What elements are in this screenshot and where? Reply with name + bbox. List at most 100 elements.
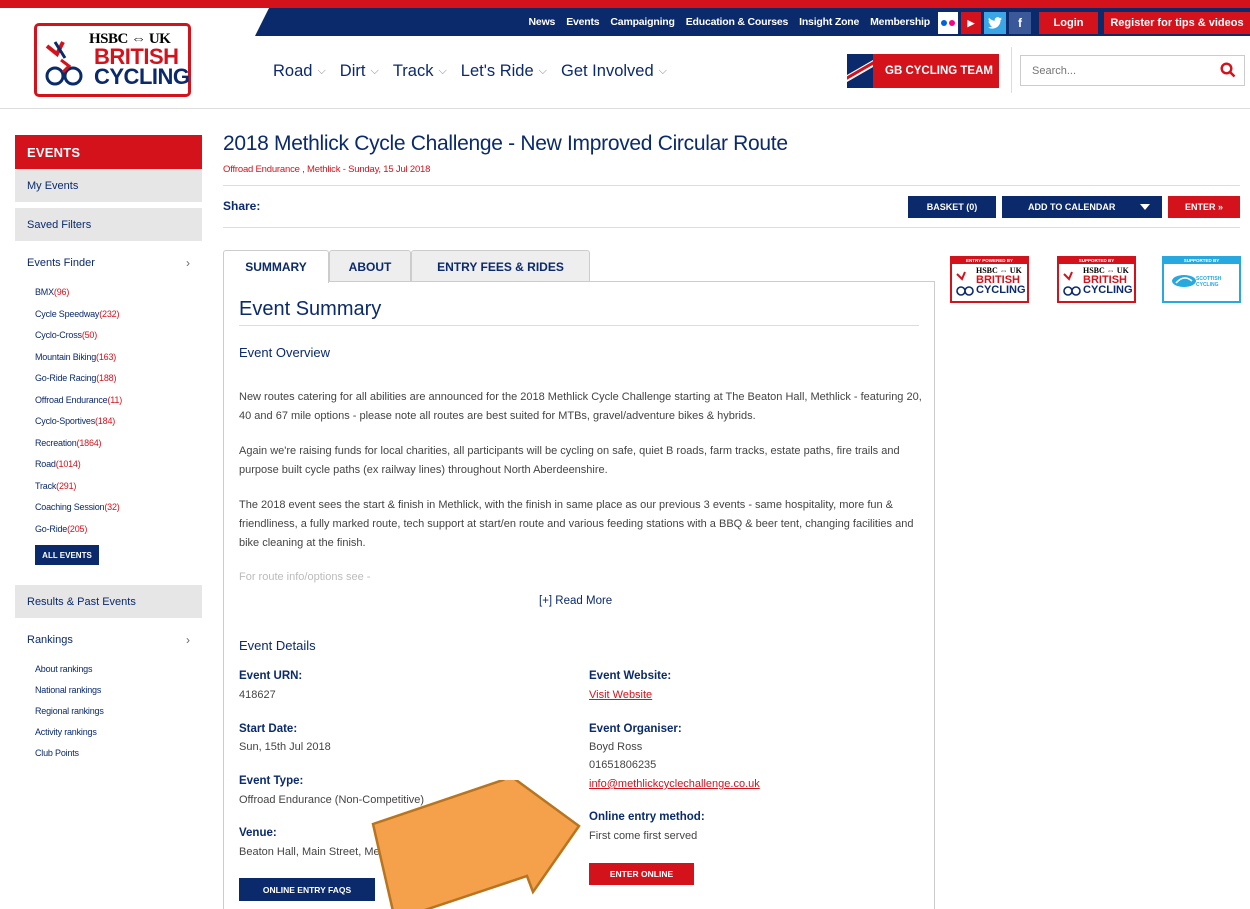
util-link-campaigning[interactable]: Campaigning [610,16,675,28]
category-item[interactable]: Mountain Biking(163) [35,347,122,369]
header-divider-line [0,108,1250,109]
category-name: Coaching Session [35,502,105,512]
nav-dirt[interactable]: Dirt ⌵ [340,62,379,81]
category-name: Mountain Biking [35,351,97,362]
ranking-link-about[interactable]: About rankings [35,659,104,680]
sidebar-results-past-events[interactable]: Results & Past Events [15,585,202,619]
chevron-down-icon: ⌵ [658,65,667,77]
event-organiser-label: Event Organiser: [589,723,682,735]
nav-get-involved[interactable]: Get Involved ⌵ [561,62,667,81]
header-divider [1011,47,1012,93]
util-link-news[interactable]: News [529,16,556,28]
category-count: (163) [96,351,117,362]
sidebar-rankings-label: Rankings [27,634,73,646]
all-events-button[interactable]: ALL EVENTS [35,545,99,565]
british-cycling-logo[interactable]: HSBC ⇔ UK BRITISH CYCLING [34,23,191,97]
search-input[interactable] [1021,56,1201,85]
chevron-down-icon: ⌵ [370,65,379,77]
chevron-right-icon: › [186,256,190,270]
visit-website-link[interactable]: Visit Website [589,689,652,701]
event-details-heading: Event Details [239,638,316,653]
cyclist-logo-icon [956,271,974,296]
category-item[interactable]: BMX(96) [35,282,122,304]
enter-button[interactable]: ENTER » [1168,196,1240,218]
ranking-link-club-points[interactable]: Club Points [35,743,104,764]
category-item[interactable]: Go-Ride(205) [35,519,122,541]
category-count: (1014) [55,459,81,469]
divider [239,325,919,326]
nav-get-involved-label: Get Involved [561,62,654,80]
basket-button[interactable]: BASKET (0) [908,196,996,218]
read-more-link[interactable]: [+] Read More [539,595,612,607]
sidebar-events-finder[interactable]: Events Finder › [15,250,202,276]
sidebar-rankings[interactable]: Rankings › [15,627,202,653]
login-button[interactable]: Login [1039,12,1098,34]
ranking-link-activity[interactable]: Activity rankings [35,722,104,743]
ranking-link-national[interactable]: National rankings [35,680,104,701]
util-link-membership[interactable]: Membership [870,16,930,28]
event-website-label: Event Website: [589,670,672,682]
category-item[interactable]: Cycle Speedway(232) [35,304,122,326]
category-name: Offroad Endurance [35,394,108,405]
add-to-calendar-button[interactable]: ADD TO CALENDAR [1002,196,1162,218]
annotation-arrow-icon [371,780,581,909]
category-count: (232) [99,308,120,319]
search-icon[interactable] [1220,62,1236,78]
event-overview-heading: Event Overview [239,345,331,360]
union-flag-icon [847,54,873,88]
gb-cycling-team-button[interactable]: GB CYCLING TEAM [847,54,999,88]
supported-by-badge[interactable]: SUPPORTED BY HSBC ⇔ UK BRITISH CYCLING [1057,256,1136,303]
category-item[interactable]: Offroad Endurance(11) [35,390,122,412]
utility-nav: News Events Campaigning Education & Cour… [255,8,1250,36]
start-date-label: Start Date: [239,723,298,735]
sidebar-my-events[interactable]: My Events [15,169,202,203]
chevron-down-icon: ⌵ [317,65,326,77]
sidebar-events-finder-label: Events Finder [27,257,95,269]
tab-entry-fees[interactable]: ENTRY FEES & RIDES [411,250,590,282]
util-link-events[interactable]: Events [566,16,599,28]
online-entry-faqs-button[interactable]: ONLINE ENTRY FAQS [239,878,375,901]
twitter-icon[interactable] [984,12,1006,34]
nav-road-label: Road [273,62,313,80]
sidebar-events-header[interactable]: EVENTS [15,135,202,169]
tab-about[interactable]: ABOUT [329,250,411,282]
category-count: (205) [67,523,88,534]
cyclist-logo-icon [45,41,83,86]
nav-track-label: Track [392,62,434,80]
tab-summary[interactable]: SUMMARY [223,250,329,283]
category-item[interactable]: Track(291) [35,476,122,498]
category-name: Cyclo-Sportives [35,416,96,426]
facebook-icon[interactable]: f [1009,12,1031,34]
entry-powered-by-badge[interactable]: ENTRY POWERED BY HSBC ⇔ UK BRITISH CYCLI… [950,256,1029,303]
scottish-cycling-badge[interactable]: SUPPORTED BY SCOTTISH CYCLING [1162,256,1241,303]
sidebar-saved-filters[interactable]: Saved Filters [15,208,202,242]
divider [223,227,1240,228]
nav-track[interactable]: Track ⌵ [393,62,447,81]
category-count: (184) [95,416,116,426]
category-item[interactable]: Cyclo-Sportives(184) [35,411,122,433]
util-link-education[interactable]: Education & Courses [686,16,789,28]
category-count: (188) [96,373,117,383]
flickr-icon[interactable] [938,12,958,34]
event-subtitle: Offroad Endurance , Methlick - Sunday, 1… [223,164,431,175]
youtube-icon[interactable]: ▶ [961,12,981,34]
nav-lets-ride[interactable]: Let's Ride ⌵ [461,62,547,81]
util-link-insight[interactable]: Insight Zone [799,16,859,28]
nav-road[interactable]: Road ⌵ [273,62,326,81]
category-item[interactable]: Cyclo-Cross(50) [35,325,122,347]
category-name: Track [35,480,57,491]
register-button[interactable]: Register for tips & videos [1104,12,1250,34]
category-name: Cycle Speedway [35,308,100,319]
overview-paragraph: The 2018 event sees the start & finish i… [239,499,914,549]
rankings-list: About rankings National rankings Regiona… [35,659,104,764]
category-item[interactable]: Recreation(1864) [35,433,122,455]
category-item[interactable]: Road(1014) [35,454,122,476]
cyclist-logo-icon [1063,271,1081,296]
start-date-value: Sun, 15th Jul 2018 [239,741,331,753]
category-name: Go-Ride [35,523,68,534]
nav-lets-ride-label: Let's Ride [460,62,534,80]
category-item[interactable]: Go-Ride Racing(188) [35,368,122,390]
category-item[interactable]: Coaching Session(32) [35,497,122,519]
ranking-link-regional[interactable]: Regional rankings [35,701,104,722]
category-count: (32) [104,502,120,512]
